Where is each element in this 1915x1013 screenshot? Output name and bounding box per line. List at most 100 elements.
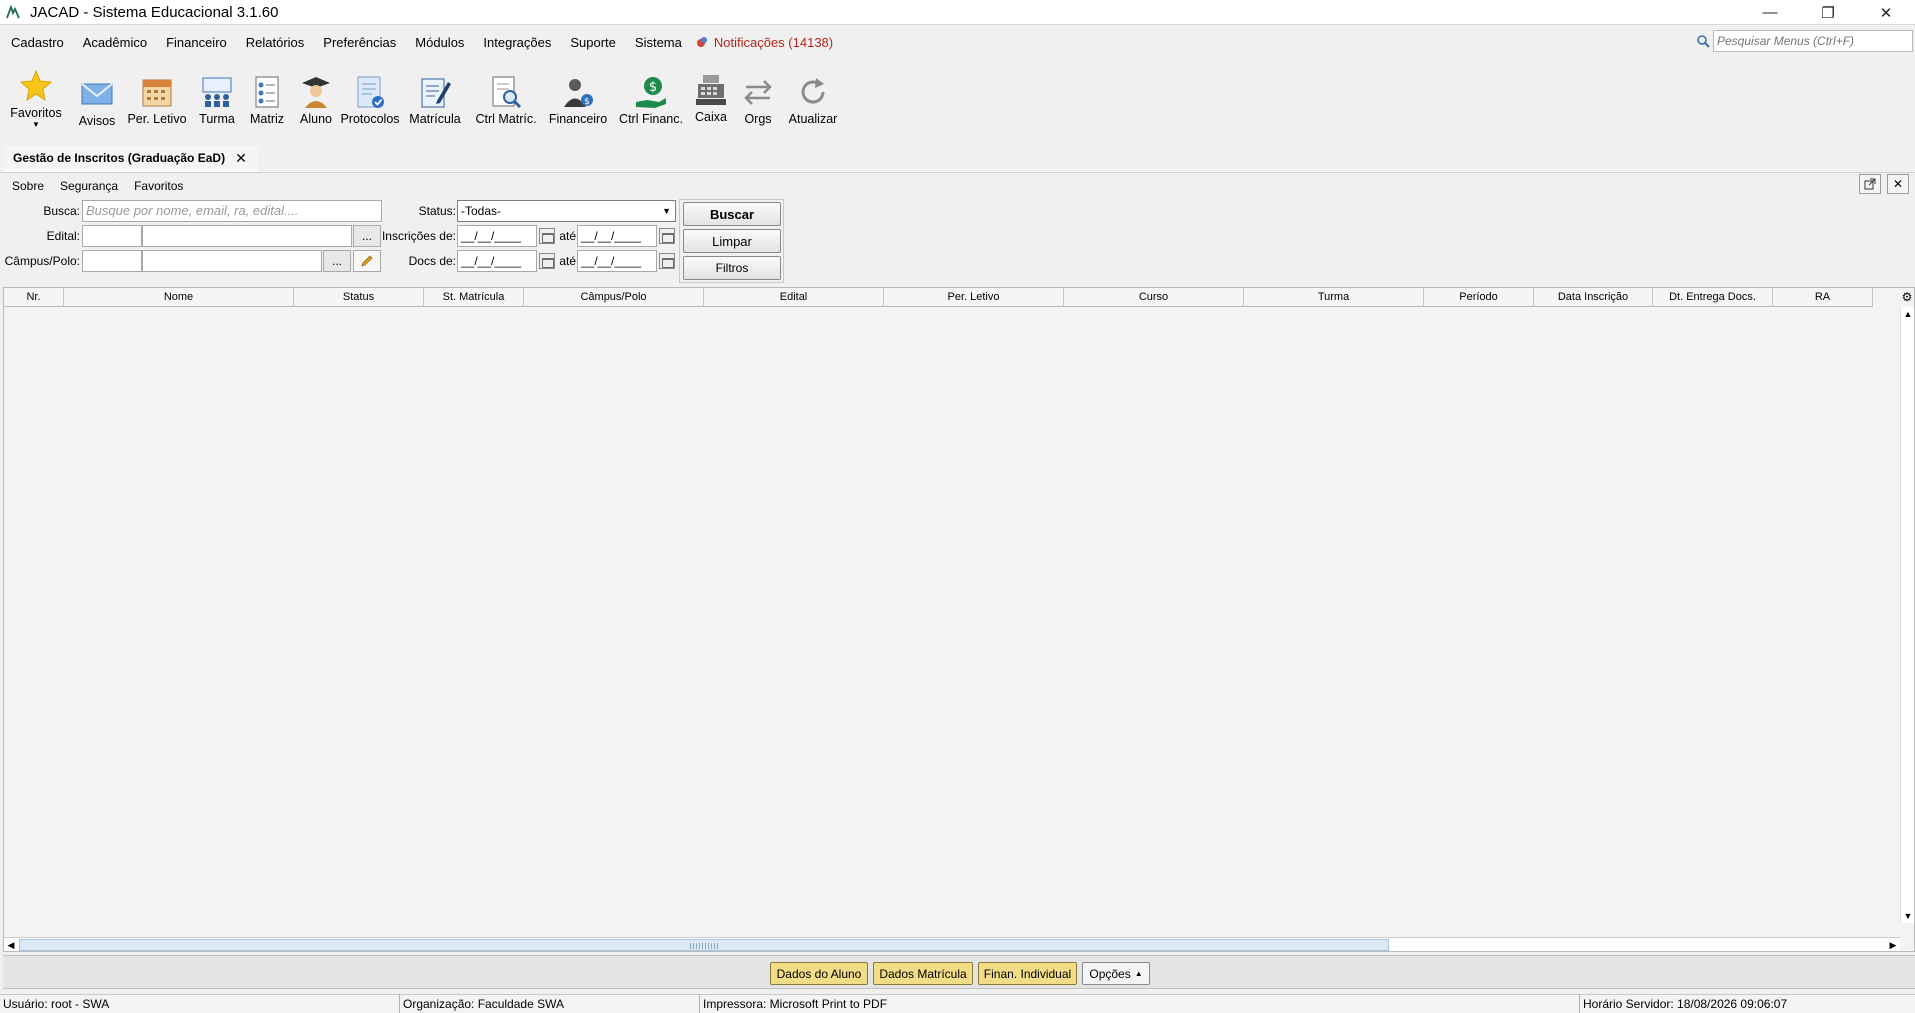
- busca-input[interactable]: Busque por nome, email, ra, edital....: [82, 200, 382, 222]
- student-icon: [302, 77, 330, 108]
- toolbar-aluno[interactable]: Aluno: [292, 60, 340, 126]
- restore-button[interactable]: ❐: [1799, 0, 1857, 25]
- finan-individual-button[interactable]: Finan. Individual: [978, 962, 1077, 985]
- toolbar-matricula[interactable]: Matrícula: [400, 60, 470, 126]
- tab-strip: Gestão de Inscritos (Graduação EaD) ✕: [0, 146, 1915, 173]
- toolbar-protocolos[interactable]: Protocolos: [340, 60, 400, 126]
- document-search-icon: [492, 76, 522, 109]
- matrix-document-icon: [255, 76, 279, 108]
- filtros-button[interactable]: Filtros: [683, 256, 781, 280]
- enrollment-edit-icon: [421, 78, 451, 108]
- search-buttons-group: Buscar Limpar Filtros: [679, 199, 784, 283]
- protocol-document-icon: [357, 76, 384, 108]
- inscricoes-from-input[interactable]: __/__/____: [457, 225, 537, 247]
- column-header-nr[interactable]: Nr.: [4, 288, 64, 306]
- inscricoes-to-input[interactable]: __/__/____: [577, 225, 657, 247]
- column-header-turma[interactable]: Turma: [1244, 288, 1424, 306]
- column-header-curso[interactable]: Curso: [1064, 288, 1244, 306]
- opcoes-label: Opções: [1089, 966, 1131, 981]
- menu-academico[interactable]: Acadêmico: [72, 35, 155, 50]
- menu-financeiro[interactable]: Financeiro: [155, 35, 235, 50]
- vertical-scrollbar[interactable]: ▲ ▼: [1900, 307, 1914, 923]
- column-header-nome[interactable]: Nome: [64, 288, 294, 306]
- edital-lookup-button[interactable]: ...: [353, 225, 381, 247]
- inscricoes-ate-label: até: [559, 229, 576, 243]
- docs-to-input[interactable]: __/__/____: [577, 250, 657, 272]
- svg-text:$: $: [584, 97, 590, 107]
- tab-gestao-inscritos[interactable]: Gestão de Inscritos (Graduação EaD) ✕: [4, 146, 259, 173]
- pencil-icon: [361, 255, 373, 267]
- inscritos-table: Nr. Nome Status St. Matrícula Câmpus/Pol…: [3, 287, 1915, 952]
- calendar-icon[interactable]: [659, 253, 675, 269]
- column-header-ra[interactable]: RA: [1773, 288, 1873, 306]
- dados-matricula-button[interactable]: Dados Matrícula: [873, 962, 973, 985]
- edital-code-input[interactable]: [82, 225, 142, 247]
- menu-relatorios[interactable]: Relatórios: [235, 35, 313, 50]
- campus-edit-button[interactable]: [353, 250, 381, 272]
- toolbar-ctrl-matric[interactable]: Ctrl Matríc.: [470, 60, 542, 126]
- submenu-sobre[interactable]: Sobre: [12, 179, 44, 193]
- toolbar-turma[interactable]: Turma: [192, 60, 242, 126]
- close-icon[interactable]: ✕: [235, 150, 247, 167]
- toolbar-per-letivo[interactable]: Per. Letivo: [122, 60, 192, 126]
- docs-from-input[interactable]: __/__/____: [457, 250, 537, 272]
- close-icon: ✕: [1892, 177, 1904, 191]
- buscar-button[interactable]: Buscar: [683, 202, 781, 226]
- campus-lookup-button[interactable]: ...: [323, 250, 351, 272]
- scroll-up-icon[interactable]: ▲: [1901, 307, 1915, 321]
- scroll-down-icon[interactable]: ▼: [1901, 909, 1915, 923]
- scroll-left-icon[interactable]: ◀: [4, 938, 18, 952]
- menu-suporte[interactable]: Suporte: [559, 35, 624, 50]
- detach-panel-button[interactable]: [1859, 174, 1881, 194]
- close-window-button[interactable]: ✕: [1857, 0, 1915, 25]
- toolbar-ctrl-financ[interactable]: $ Ctrl Financ.: [614, 60, 688, 126]
- menu-integracoes[interactable]: Integrações: [472, 35, 559, 50]
- submenu-seguranca[interactable]: Segurança: [60, 179, 118, 193]
- column-settings-button[interactable]: ⚙: [1900, 288, 1914, 306]
- toolbar-atualizar[interactable]: Atualizar: [782, 60, 844, 126]
- column-header-edital[interactable]: Edital: [704, 288, 884, 306]
- menu-modulos[interactable]: Módulos: [404, 35, 472, 50]
- column-header-campus-polo[interactable]: Câmpus/Polo: [524, 288, 704, 306]
- menu-search-input[interactable]: [1713, 30, 1913, 52]
- toolbar-financeiro[interactable]: $ Financeiro: [542, 60, 614, 126]
- calendar-icon[interactable]: [539, 228, 555, 244]
- menu-sistema[interactable]: Sistema: [624, 35, 690, 50]
- campus-name-input[interactable]: [142, 250, 322, 272]
- limpar-button[interactable]: Limpar: [683, 229, 781, 253]
- opcoes-button[interactable]: Opções ▲: [1082, 962, 1150, 985]
- column-header-per-letivo[interactable]: Per. Letivo: [884, 288, 1064, 306]
- status-select-value: -Todas-: [461, 204, 502, 218]
- close-panel-button[interactable]: ✕: [1887, 174, 1909, 194]
- toolbar-avisos[interactable]: Avisos: [72, 60, 122, 128]
- submenu-favoritos[interactable]: Favoritos: [134, 179, 183, 193]
- scroll-right-icon[interactable]: ▶: [1886, 938, 1900, 952]
- horizontal-scroll-thumb[interactable]: [19, 939, 1389, 951]
- dados-aluno-button[interactable]: Dados do Aluno: [770, 962, 868, 985]
- finance-person-icon: $: [564, 79, 593, 107]
- column-header-dt-entrega-docs[interactable]: Dt. Entrega Docs.: [1653, 288, 1773, 306]
- horizontal-scrollbar[interactable]: ◀ ▶: [4, 937, 1900, 951]
- campus-code-input[interactable]: [82, 250, 142, 272]
- title-bar: JACAD - Sistema Educacional 3.1.60 — ❐ ✕: [0, 0, 1915, 25]
- toolbar-orgs[interactable]: Orgs: [734, 60, 782, 126]
- campus-label: Câmpus/Polo:: [4, 254, 80, 268]
- edital-name-input[interactable]: [142, 225, 352, 247]
- calendar-icon[interactable]: [539, 253, 555, 269]
- column-header-st-matricula[interactable]: St. Matrícula: [424, 288, 524, 306]
- column-header-status[interactable]: Status: [294, 288, 424, 306]
- toolbar-matriz[interactable]: Matriz: [242, 60, 292, 126]
- status-organizacao: Organização: Faculdade SWA: [400, 994, 700, 1013]
- busca-label: Busca:: [43, 204, 80, 218]
- notifications-link[interactable]: Notificações (14138): [696, 35, 833, 50]
- menu-cadastro[interactable]: Cadastro: [0, 35, 72, 50]
- toolbar-favoritos[interactable]: Favoritos ▼: [0, 60, 72, 130]
- status-impressora: Impressora: Microsoft Print to PDF: [700, 994, 1580, 1013]
- column-header-data-inscricao[interactable]: Data Inscrição: [1534, 288, 1653, 306]
- status-select[interactable]: -Todas- ▼: [457, 200, 676, 222]
- menu-preferencias[interactable]: Preferências: [312, 35, 404, 50]
- calendar-icon[interactable]: [659, 228, 675, 244]
- minimize-button[interactable]: —: [1741, 0, 1799, 25]
- column-header-periodo[interactable]: Período: [1424, 288, 1534, 306]
- toolbar-caixa[interactable]: Caixa: [688, 60, 734, 124]
